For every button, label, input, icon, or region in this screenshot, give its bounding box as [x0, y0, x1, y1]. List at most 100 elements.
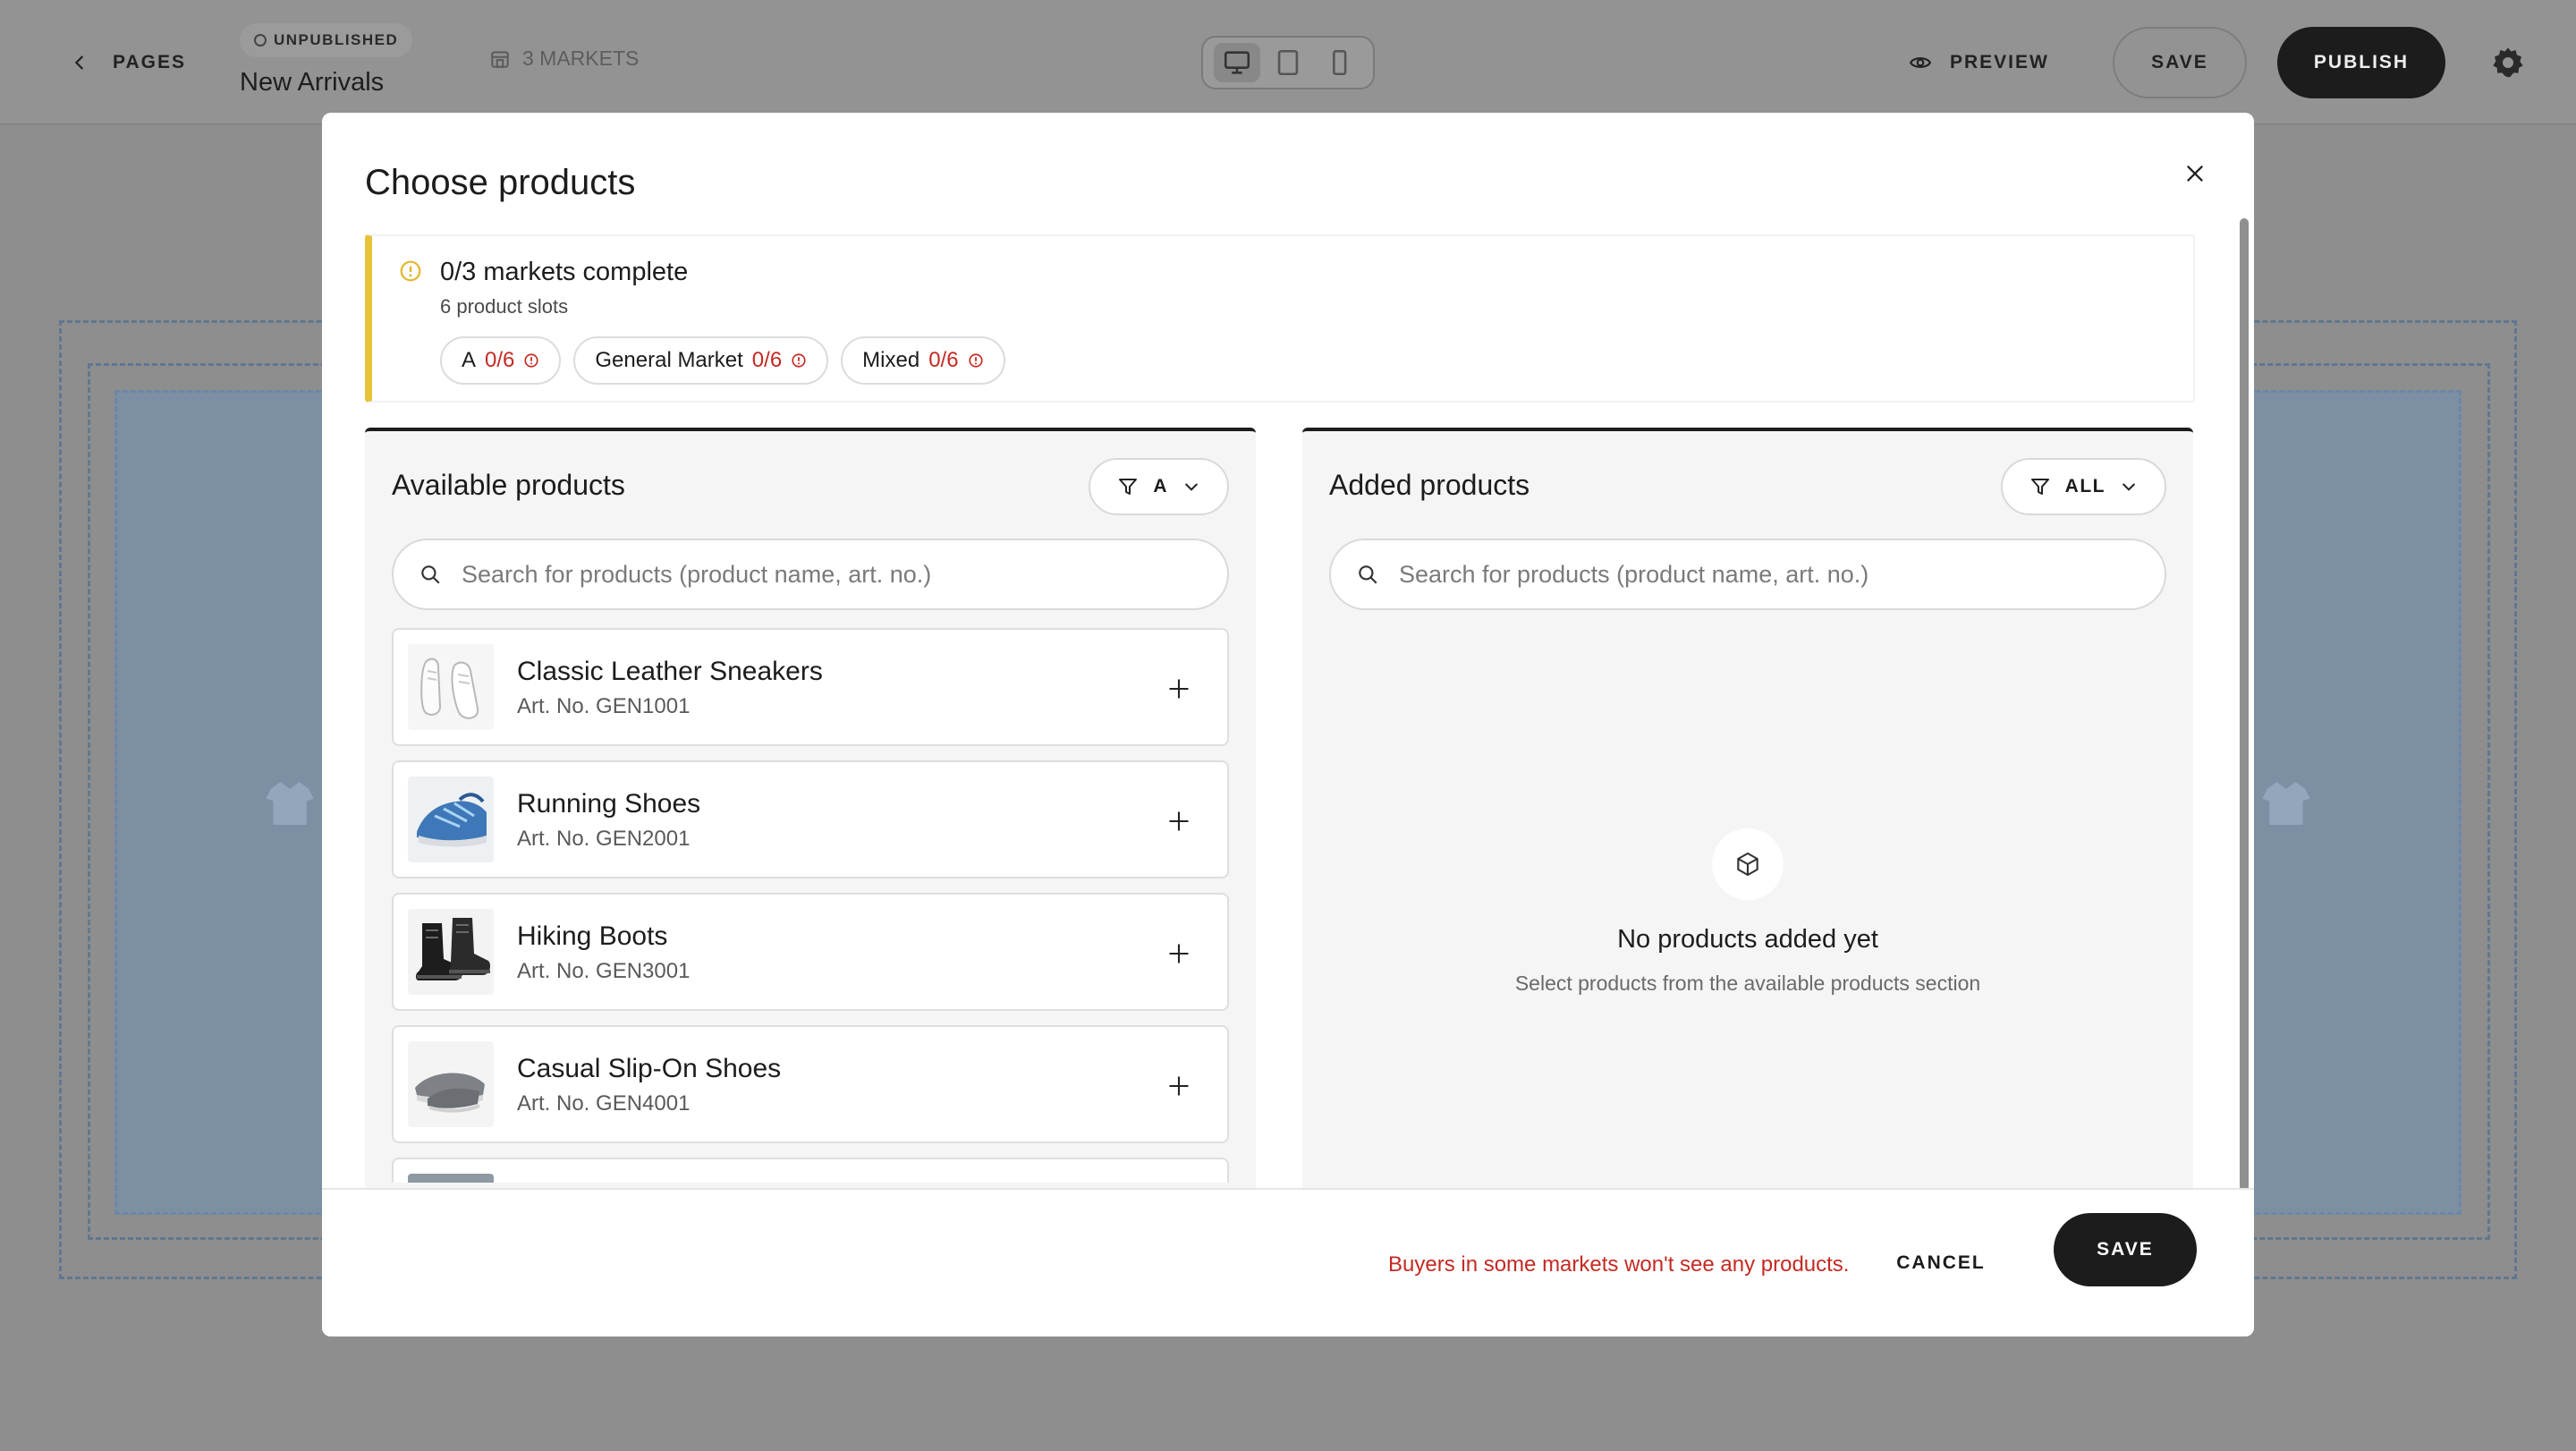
footer-warning-text: Buyers in some markets won't see any pro…	[1388, 1252, 1850, 1277]
product-row: Hiking Boots Art. No. GEN3001	[392, 893, 1229, 1011]
product-name: Classic Leather Sneakers	[517, 657, 823, 686]
filter-icon	[1119, 479, 1138, 495]
save-button[interactable]: SAVE	[2054, 1213, 2197, 1286]
eye-icon	[1909, 57, 1932, 68]
market-count: 0/6	[485, 348, 515, 372]
available-market-filter[interactable]: A	[1089, 458, 1229, 515]
market-chip-mixed[interactable]: Mixed 0/6	[841, 336, 1005, 385]
added-search-field	[1329, 539, 2166, 610]
close-icon	[2187, 165, 2203, 182]
market-name: General Market	[595, 348, 743, 372]
added-search-input[interactable]	[1399, 560, 2132, 589]
product-art-no: Art. No. GEN1001	[517, 694, 691, 718]
shirt-icon	[266, 782, 314, 825]
add-product-button[interactable]	[1156, 1063, 1202, 1109]
product-thumbnail	[408, 776, 494, 862]
cancel-button[interactable]: CANCEL	[1889, 1235, 1993, 1292]
shirt-icon	[2262, 782, 2310, 825]
gear-icon[interactable]	[2490, 45, 2526, 81]
filter-value: ALL	[2064, 476, 2106, 496]
product-thumbnail	[408, 1174, 494, 1183]
added-market-filter[interactable]: ALL	[2000, 458, 2166, 515]
back-label: PAGES	[113, 52, 186, 72]
product-art-no: Art. No. GEN4001	[517, 1091, 691, 1116]
plus-icon	[1169, 811, 1189, 831]
plus-icon	[1169, 679, 1189, 699]
grey-slip-on-icon	[408, 1041, 494, 1127]
close-button[interactable]	[2175, 154, 2215, 193]
white-sneaker-icon	[408, 644, 494, 730]
filter-value: A	[1153, 476, 1168, 496]
product-thumbnail	[408, 644, 494, 730]
add-product-button[interactable]	[1156, 798, 1202, 844]
empty-state-icon-wrap	[1712, 828, 1784, 900]
empty-state-title: No products added yet	[1617, 925, 1878, 954]
product-row: Casual Slip-On Shoes Art. No. GEN4001	[392, 1025, 1229, 1143]
product-row	[392, 1158, 1229, 1183]
product-name: Hiking Boots	[517, 921, 668, 951]
modal-title: Choose products	[365, 163, 636, 202]
choose-products-modal: Choose products 0/3 markets complete 6 p…	[322, 113, 2254, 1336]
publish-button[interactable]: PUBLISH	[2277, 27, 2445, 98]
market-name: A	[462, 348, 477, 372]
empty-state-subtitle: Select products from the available produ…	[1514, 972, 1981, 995]
available-products-title: Available products	[392, 469, 625, 501]
modal-footer: Buyers in some markets won't see any pro…	[322, 1188, 2254, 1336]
plus-icon	[1169, 1076, 1189, 1096]
filter-icon	[2030, 479, 2049, 495]
desktop-view-button[interactable]	[1214, 43, 1261, 82]
mobile-icon	[1332, 49, 1346, 76]
page-title: New Arrivals	[240, 68, 385, 97]
markets-warning-banner: 0/3 markets complete 6 product slots A 0…	[365, 234, 2195, 403]
tablet-view-button[interactable]	[1265, 43, 1311, 82]
blue-running-shoe-icon	[408, 776, 494, 862]
alert-circle-icon	[792, 353, 806, 368]
added-products-panel: Added products ALL No products added yet…	[1302, 428, 2193, 1251]
product-name: Casual Slip-On Shoes	[517, 1054, 782, 1083]
market-chips: A 0/6 General Market 0/6 Mixed 0/6	[440, 336, 1005, 385]
available-products-list: Classic Leather Sneakers Art. No. GEN100…	[392, 628, 1229, 1183]
status-ring-icon	[254, 34, 267, 47]
product-art-no: Art. No. GEN2001	[517, 827, 691, 851]
alert-circle-icon	[524, 353, 538, 368]
mobile-view-button[interactable]	[1316, 43, 1362, 82]
tablet-icon	[1277, 49, 1299, 76]
product-name: Running Shoes	[517, 789, 701, 819]
back-to-pages-button[interactable]: PAGES	[70, 47, 186, 79]
available-search-field	[392, 539, 1229, 610]
search-icon	[1359, 565, 1377, 584]
market-count: 0/6	[928, 348, 959, 372]
search-icon	[421, 565, 440, 584]
alert-circle-icon	[969, 353, 983, 368]
modal-scrollbar[interactable]	[2240, 218, 2249, 1208]
store-icon	[491, 50, 509, 68]
black-boot-icon	[408, 909, 494, 995]
editor-topbar: PAGES UNPUBLISHED New Arrivals 3 MARKETS…	[0, 0, 2576, 125]
product-thumbnail	[408, 909, 494, 995]
available-search-input[interactable]	[462, 560, 1195, 589]
device-switcher	[1201, 36, 1375, 89]
save-page-button[interactable]: SAVE	[2113, 27, 2247, 98]
warning-circle-icon	[400, 260, 421, 282]
market-name: Mixed	[862, 348, 920, 372]
box-icon	[1737, 852, 1758, 877]
add-product-button[interactable]	[1156, 930, 1202, 977]
chevron-left-icon	[74, 55, 83, 70]
product-thumbnail	[408, 1041, 494, 1127]
preview-button[interactable]: PREVIEW	[1909, 47, 2049, 79]
plus-icon	[1169, 944, 1189, 963]
added-products-title: Added products	[1329, 469, 1530, 501]
chevron-down-icon	[1185, 483, 1198, 491]
add-product-button[interactable]	[1156, 666, 1202, 712]
status-badge: UNPUBLISHED	[240, 23, 413, 57]
markets-button[interactable]: 3 MARKETS	[488, 47, 639, 71]
product-art-no: Art. No. GEN3001	[517, 959, 691, 983]
market-chip-a[interactable]: A 0/6	[440, 336, 562, 385]
status-label: UNPUBLISHED	[274, 31, 399, 48]
product-slots-text: 6 product slots	[440, 295, 569, 318]
market-chip-general-market[interactable]: General Market 0/6	[573, 336, 829, 385]
markets-complete-text: 0/3 markets complete	[440, 258, 689, 286]
market-count: 0/6	[751, 348, 783, 372]
desktop-icon	[1224, 51, 1250, 74]
product-row: Classic Leather Sneakers Art. No. GEN100…	[392, 628, 1229, 746]
